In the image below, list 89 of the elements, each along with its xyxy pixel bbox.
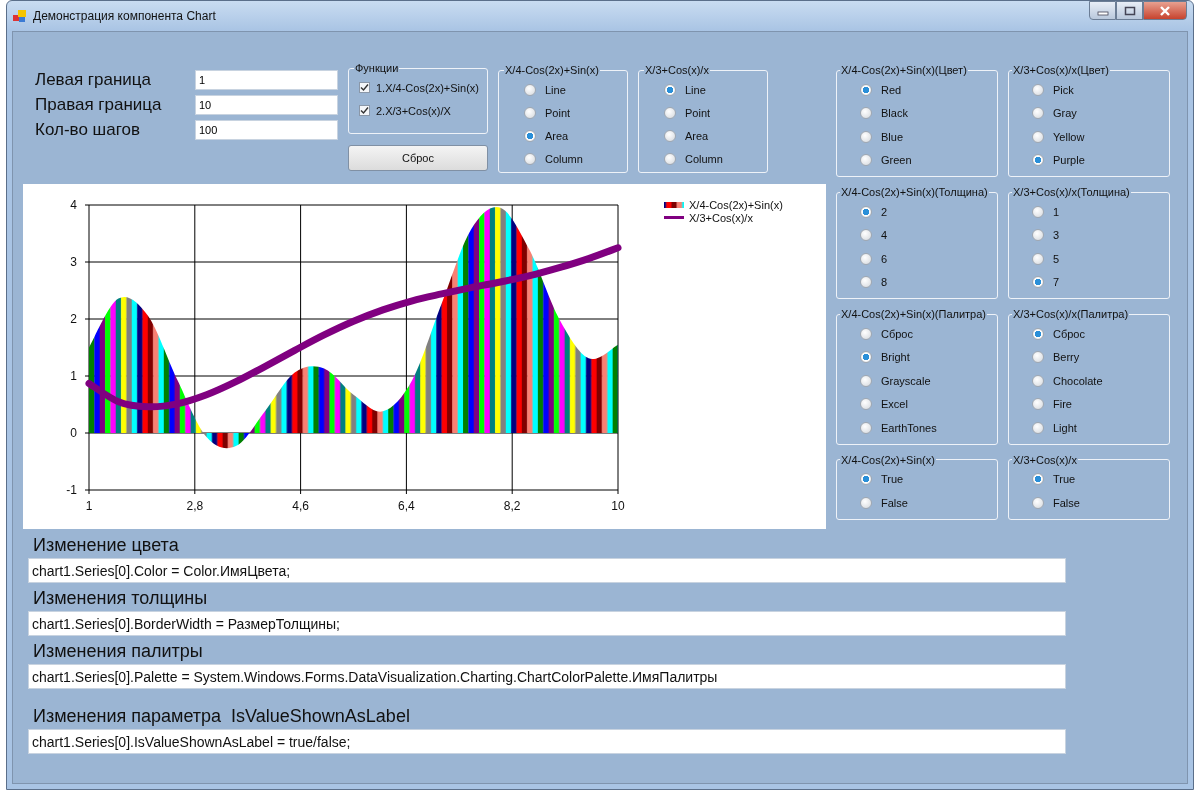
radio-option[interactable]: 1 xyxy=(1017,200,1163,224)
section-heading: Изменение цвета xyxy=(32,535,180,556)
radio-option[interactable]: 7 xyxy=(1017,270,1163,294)
maximize-icon xyxy=(1123,5,1136,16)
radio-option[interactable]: Pick xyxy=(1017,78,1163,102)
window-title: Демонстрация компонента Chart xyxy=(33,9,216,23)
field-label: Левая граница xyxy=(35,70,153,90)
group-title: Функции xyxy=(354,62,400,74)
radio-option[interactable]: Point xyxy=(509,101,621,124)
input-field[interactable]: 10 xyxy=(195,95,338,115)
input-field[interactable]: 100 xyxy=(195,120,338,140)
y-axis-label: 4 xyxy=(70,198,77,212)
reset-button[interactable]: Сброс xyxy=(348,145,488,171)
radio-option[interactable]: Area xyxy=(649,124,761,147)
radio-option[interactable]: True xyxy=(845,467,991,491)
section-heading: Изменения палитры xyxy=(32,641,204,662)
radio-option[interactable]: Сброс xyxy=(1017,322,1163,346)
group-title: X/3+Cos(x)/x xyxy=(644,64,710,76)
legend-swatch xyxy=(664,202,684,208)
field-label: Правая граница xyxy=(35,95,163,115)
y-axis-label: 2 xyxy=(70,312,77,326)
radio-option[interactable]: Grayscale xyxy=(845,369,991,393)
radio-option[interactable]: Fire xyxy=(1017,392,1163,416)
y-axis-label: 3 xyxy=(70,255,77,269)
legend-label: X/4-Cos(2x)+Sin(x) xyxy=(689,199,783,211)
x-axis-label: 2,8 xyxy=(186,499,204,513)
legend-swatch xyxy=(664,216,684,219)
code-field[interactable]: chart1.Series[0].Palette = System.Windows.Forms.DataVisualization.Charting.ChartColorPalette.ИмяПалитры xyxy=(28,664,1066,689)
field-label: Кол-во шагов xyxy=(35,120,141,140)
radio-option[interactable]: Gray xyxy=(1017,101,1163,125)
x-axis-label: 8,2 xyxy=(503,499,521,513)
y-axis-label: 0 xyxy=(70,426,77,440)
radio-option[interactable]: Excel xyxy=(845,392,991,416)
radio-option[interactable]: Purple xyxy=(1017,148,1163,172)
y-axis-label: -1 xyxy=(66,483,77,497)
code-field[interactable]: chart1.Series[0].Color = Color.ИмяЦвета; xyxy=(28,558,1066,583)
checkbox-option[interactable]: 2.X/3+Cos(x)/X xyxy=(359,99,481,122)
group-title: X/3+Cos(x)/x(Цвет) xyxy=(1012,64,1110,76)
radio-option[interactable]: 6 xyxy=(845,247,991,271)
radio-option[interactable]: Column xyxy=(509,147,621,170)
maximize-button[interactable] xyxy=(1116,1,1143,20)
radio-option[interactable]: Chocolate xyxy=(1017,369,1163,393)
radio-option[interactable]: True xyxy=(1017,467,1163,491)
radio-option[interactable]: 5 xyxy=(1017,247,1163,271)
x-axis-label: 6,4 xyxy=(398,499,415,513)
group-title: X/3+Cos(x)/x xyxy=(1012,453,1078,466)
radio-option[interactable]: Line xyxy=(649,78,761,101)
x-axis-label: 10 xyxy=(611,499,625,513)
radio-option[interactable]: Green xyxy=(845,148,991,172)
radio-option[interactable]: Line xyxy=(509,78,621,101)
radio-option[interactable]: Red xyxy=(845,78,991,102)
radio-option[interactable]: 8 xyxy=(845,270,991,294)
section-heading: Изменения толщины xyxy=(32,588,209,609)
radio-option[interactable]: Blue xyxy=(845,125,991,149)
group-title: X/4-Cos(2x)+Sin(x) xyxy=(840,453,936,466)
group-title: X/4-Cos(2x)+Sin(x)(Палитра) xyxy=(840,308,987,320)
radio-option[interactable]: 4 xyxy=(845,223,991,247)
radio-option[interactable]: False xyxy=(845,491,991,515)
radio-option[interactable]: Yellow xyxy=(1017,125,1163,149)
x-axis-label: 1 xyxy=(85,499,93,513)
radio-option[interactable]: 3 xyxy=(1017,223,1163,247)
code-field[interactable]: chart1.Series[0].IsValueShownAsLabel = true/false; xyxy=(28,729,1066,754)
radio-option[interactable]: Bright xyxy=(845,345,991,369)
code-field[interactable]: chart1.Series[0].BorderWidth = РазмерТолщины; xyxy=(28,611,1066,636)
radio-option[interactable]: Сброс xyxy=(845,322,991,346)
x-axis-label: 4,6 xyxy=(292,499,309,513)
group-title: X/3+Cos(x)/x(Толщина) xyxy=(1012,186,1131,198)
radio-option[interactable]: 2 xyxy=(845,200,991,224)
radio-option[interactable]: Area xyxy=(509,124,621,147)
close-button[interactable] xyxy=(1143,1,1187,20)
radio-option[interactable]: EarthTones xyxy=(845,416,991,440)
app-icon xyxy=(13,9,27,23)
section-heading: Изменения параметра IsValueShownAsLabel xyxy=(32,706,411,727)
checkbox-option[interactable]: 1.X/4-Cos(2x)+Sin(x) xyxy=(359,76,481,99)
legend-label: X/3+Cos(x)/x xyxy=(689,212,753,224)
minimize-button[interactable] xyxy=(1089,1,1116,20)
radio-option[interactable]: Light xyxy=(1017,416,1163,440)
input-field[interactable]: 1 xyxy=(195,70,338,90)
close-icon xyxy=(1159,5,1171,16)
radio-option[interactable]: Black xyxy=(845,101,991,125)
group-title: X/4-Cos(2x)+Sin(x)(Цвет) xyxy=(840,64,968,76)
y-axis-label: 1 xyxy=(70,369,77,383)
group-title: X/3+Cos(x)/x(Палитра) xyxy=(1012,308,1130,320)
group-title: X/4-Cos(2x)+Sin(x)(Толщина) xyxy=(840,186,989,198)
radio-option[interactable]: Point xyxy=(649,101,761,124)
radio-option[interactable]: Berry xyxy=(1017,345,1163,369)
radio-option[interactable]: False xyxy=(1017,491,1163,515)
radio-option[interactable]: Column xyxy=(649,147,761,170)
group-title: X/4-Cos(2x)+Sin(x) xyxy=(504,64,600,76)
